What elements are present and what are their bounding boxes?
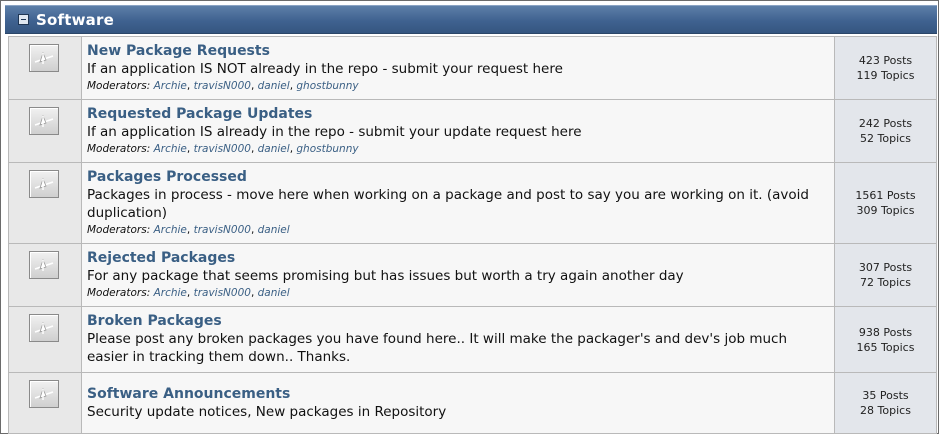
board-status-icon — [29, 380, 59, 408]
board-description: If an application IS already in the repo… — [87, 124, 582, 140]
board-status-icon — [29, 44, 59, 72]
moderators-label: Moderators: — [87, 143, 151, 155]
post-count: 423 Posts — [858, 54, 913, 67]
board-info-cell: Requested Package Updates If an applicati… — [81, 99, 835, 163]
moderator-link[interactable]: daniel — [258, 287, 290, 299]
board-stats-cell: 1561 Posts 309 Topics — [834, 162, 937, 244]
topic-count: 28 Topics — [860, 404, 911, 417]
moderator-link[interactable]: daniel — [258, 224, 290, 236]
board-row: Packages Processed Packages in process - … — [8, 162, 937, 244]
board-icon-cell — [8, 36, 82, 100]
post-count: 35 Posts — [862, 389, 909, 402]
board-info-cell: Broken Packages Please post any broken pa… — [81, 306, 835, 373]
board-row: Software Announcements Security update no… — [8, 372, 937, 434]
board-description: If an application IS NOT already in the … — [87, 61, 563, 77]
topic-count: 72 Topics — [860, 276, 911, 289]
board-info-cell: Software Announcements Security update no… — [81, 372, 835, 434]
board-name-link[interactable]: Requested Package Updates — [87, 106, 828, 123]
topic-count: 309 Topics — [856, 204, 915, 217]
board-stats-cell: 938 Posts 165 Topics — [834, 306, 937, 373]
forum-frame: Software New Package Requests If an appli… — [0, 0, 939, 434]
moderator-link[interactable]: Archie — [154, 80, 187, 92]
board-list: New Package Requests If an application IS… — [8, 36, 937, 434]
board-info-cell: Rejected Packages For any package that se… — [81, 243, 835, 307]
board-row: Broken Packages Please post any broken pa… — [8, 306, 937, 373]
board-status-icon — [29, 251, 59, 279]
moderators-label: Moderators: — [87, 224, 151, 236]
moderator-link[interactable]: travisN000 — [194, 287, 251, 299]
board-icon-cell — [8, 162, 82, 244]
board-stats-cell: 35 Posts 28 Topics — [834, 372, 937, 434]
board-status-icon — [29, 314, 59, 342]
board-name-link[interactable]: New Package Requests — [87, 43, 828, 60]
board-icon-cell — [8, 243, 82, 307]
board-info-cell: New Package Requests If an application IS… — [81, 36, 835, 100]
board-info-cell: Packages Processed Packages in process - … — [81, 162, 835, 244]
post-count: 242 Posts — [858, 117, 913, 130]
board-stats-cell: 423 Posts 119 Topics — [834, 36, 937, 100]
board-stats-cell: 307 Posts 72 Topics — [834, 243, 937, 307]
board-icon-cell — [8, 306, 82, 373]
board-name-link[interactable]: Packages Processed — [87, 169, 828, 186]
moderator-link[interactable]: Archie — [154, 143, 187, 155]
collapse-minus-icon[interactable] — [18, 14, 29, 25]
moderators-line: Moderators: Archie, travisN000, daniel, … — [87, 80, 359, 92]
moderator-link[interactable]: ghostbunny — [296, 143, 358, 155]
moderator-link[interactable]: travisN000 — [194, 143, 251, 155]
category-header: Software — [5, 5, 937, 34]
moderator-link[interactable]: daniel — [258, 143, 290, 155]
moderator-link[interactable]: Archie — [154, 224, 187, 236]
board-description: Please post any broken packages you have… — [87, 331, 788, 365]
moderators-label: Moderators: — [87, 287, 151, 299]
topic-count: 165 Topics — [856, 340, 915, 354]
moderators-line: Moderators: Archie, travisN000, daniel — [87, 224, 290, 236]
board-status-icon — [29, 107, 59, 135]
post-count: 938 Posts — [858, 325, 913, 339]
moderators-label: Moderators: — [87, 80, 151, 92]
topic-count: 52 Topics — [860, 132, 911, 145]
topic-count: 119 Topics — [856, 69, 915, 82]
board-name-link[interactable]: Broken Packages — [87, 313, 828, 330]
board-icon-cell — [8, 99, 82, 163]
post-count: 307 Posts — [858, 261, 913, 274]
moderator-link[interactable]: Archie — [154, 287, 187, 299]
moderators-line: Moderators: Archie, travisN000, daniel, … — [87, 143, 359, 155]
moderator-link[interactable]: travisN000 — [194, 224, 251, 236]
board-name-link[interactable]: Rejected Packages — [87, 250, 828, 267]
moderator-link[interactable]: ghostbunny — [296, 80, 358, 92]
board-icon-cell — [8, 372, 82, 434]
moderator-link[interactable]: travisN000 — [194, 80, 251, 92]
board-row: Requested Package Updates If an applicati… — [8, 99, 937, 163]
board-status-icon — [29, 170, 59, 198]
board-description: Packages in process - move here when wor… — [87, 187, 809, 221]
category-title[interactable]: Software — [36, 11, 114, 29]
moderator-link[interactable]: daniel — [258, 80, 290, 92]
moderators-line: Moderators: Archie, travisN000, daniel — [87, 287, 290, 299]
board-stats-cell: 242 Posts 52 Topics — [834, 99, 937, 163]
board-row: Rejected Packages For any package that se… — [8, 243, 937, 307]
board-description: Security update notices, New packages in… — [87, 403, 447, 420]
post-count: 1561 Posts — [855, 189, 916, 202]
board-description: For any package that seems promising but… — [87, 268, 684, 284]
board-row: New Package Requests If an application IS… — [8, 36, 937, 100]
board-name-link[interactable]: Software Announcements — [87, 386, 828, 403]
